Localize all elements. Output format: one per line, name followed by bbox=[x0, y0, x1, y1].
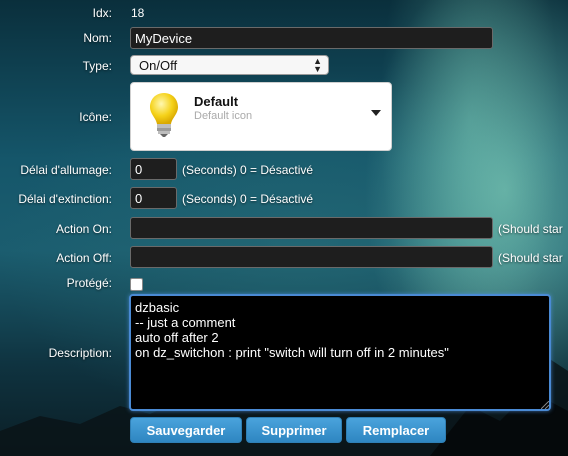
action-off-hint: (Should star bbox=[498, 251, 563, 265]
replace-button[interactable]: Remplacer bbox=[346, 417, 446, 443]
type-label: Type: bbox=[82, 59, 112, 73]
delete-button[interactable]: Supprimer bbox=[246, 417, 342, 443]
icon-picker[interactable]: Default Default icon bbox=[130, 82, 392, 151]
action-off-label: Action Off: bbox=[56, 251, 112, 265]
action-on-label: Action On: bbox=[55, 222, 112, 236]
off-delay-hint: (Seconds) 0 = Désactivé bbox=[182, 192, 314, 206]
action-on-input[interactable] bbox=[130, 217, 493, 239]
off-delay-label: Délai d'extinction: bbox=[18, 192, 112, 206]
action-off-input[interactable] bbox=[130, 246, 493, 268]
idx-label: Idx: bbox=[92, 6, 112, 20]
on-delay-label: Délai d'allumage: bbox=[20, 163, 112, 177]
type-select-value: On/Off bbox=[139, 58, 178, 73]
icon-label: Icône: bbox=[79, 110, 112, 124]
protected-label: Protégé: bbox=[66, 276, 112, 290]
off-delay-input[interactable] bbox=[130, 187, 177, 209]
device-edit-form: Idx: 18 Nom: Type: On/Off ▲▼ Icône: Defa… bbox=[0, 0, 568, 456]
idx-value: 18 bbox=[131, 6, 145, 20]
select-arrows-icon: ▲ ▼ bbox=[313, 56, 322, 74]
description-textarea[interactable]: dzbasic -- just a comment auto off after… bbox=[129, 294, 551, 411]
description-label: Description: bbox=[48, 346, 112, 360]
on-delay-hint: (Seconds) 0 = Désactivé bbox=[182, 163, 314, 177]
name-input[interactable] bbox=[130, 27, 493, 49]
protected-checkbox[interactable] bbox=[130, 278, 143, 291]
on-delay-input[interactable] bbox=[130, 158, 177, 180]
chevron-down-icon bbox=[371, 110, 381, 116]
action-on-hint: (Should star bbox=[498, 222, 563, 236]
light-bulb-icon bbox=[150, 93, 178, 137]
icon-picker-subtitle: Default icon bbox=[194, 110, 253, 122]
save-button[interactable]: Sauvegarder bbox=[130, 417, 242, 443]
type-select[interactable]: On/Off ▲ ▼ bbox=[130, 55, 329, 75]
icon-picker-title: Default bbox=[194, 94, 239, 109]
resize-handle-icon[interactable] bbox=[541, 401, 549, 409]
name-label: Nom: bbox=[83, 31, 112, 45]
